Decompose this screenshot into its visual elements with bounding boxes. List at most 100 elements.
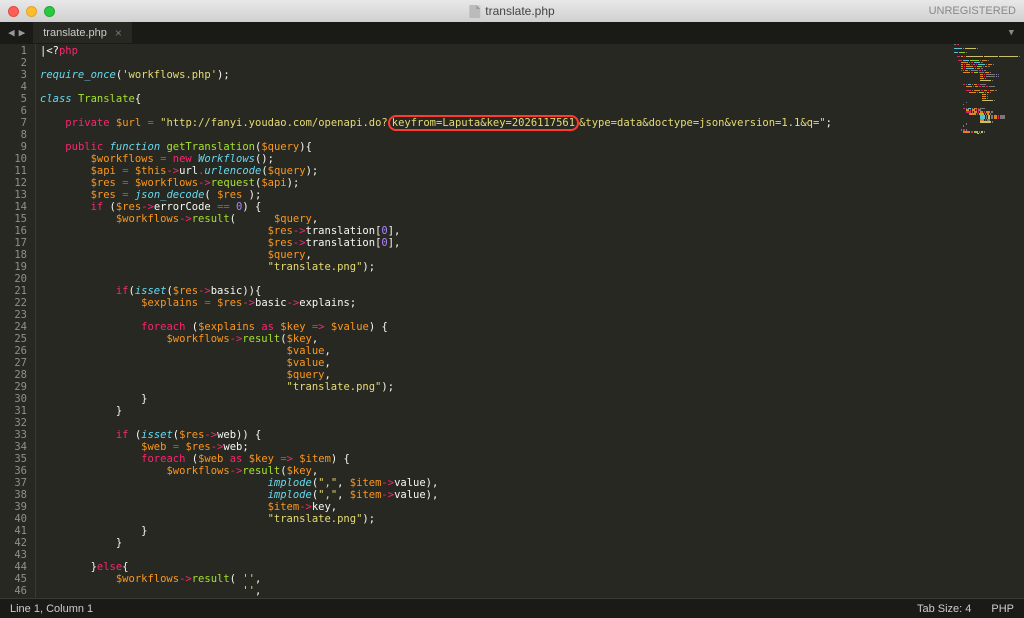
code-line[interactable]: "translate.png");: [40, 381, 1024, 393]
line-number: 28: [0, 369, 27, 381]
code-line[interactable]: $res->translation[0],: [40, 237, 1024, 249]
code-line[interactable]: $res = json_decode( $res );: [40, 189, 1024, 201]
line-number: 19: [0, 261, 27, 273]
code-line[interactable]: $res->translation[0],: [40, 225, 1024, 237]
code-line[interactable]: implode(",", $item->value),: [40, 489, 1024, 501]
tab-close-icon[interactable]: ×: [115, 26, 122, 40]
code-line[interactable]: class Translate{: [40, 93, 1024, 105]
line-number: 26: [0, 345, 27, 357]
code-line[interactable]: '',: [40, 585, 1024, 597]
code-line[interactable]: $explains = $res->basic->explains;: [40, 297, 1024, 309]
code-line[interactable]: $workflows->result($key,: [40, 333, 1024, 345]
tab-size-selector[interactable]: Tab Size: 4: [917, 603, 971, 615]
line-number: 23: [0, 309, 27, 321]
code-line[interactable]: $workflows->result($key,: [40, 465, 1024, 477]
line-number: 34: [0, 441, 27, 453]
file-icon: [469, 5, 480, 18]
code-line[interactable]: if (isset($res->web)) {: [40, 429, 1024, 441]
line-number: 29: [0, 381, 27, 393]
code-line[interactable]: $value,: [40, 345, 1024, 357]
minimap[interactable]: [954, 44, 1020, 134]
line-number: 22: [0, 297, 27, 309]
line-number: 30: [0, 393, 27, 405]
minimize-window-button[interactable]: [26, 6, 37, 17]
code-line[interactable]: [40, 549, 1024, 561]
line-number: 43: [0, 549, 27, 561]
code-line[interactable]: }: [40, 525, 1024, 537]
code-line[interactable]: [40, 309, 1024, 321]
tab-menu-chevron-icon[interactable]: ▼: [999, 28, 1024, 38]
code-line[interactable]: }: [40, 537, 1024, 549]
code-line[interactable]: }else{: [40, 561, 1024, 573]
code-area[interactable]: |<?php require_once('workflows.php');clas…: [36, 44, 1024, 598]
cursor-position[interactable]: Line 1, Column 1: [10, 603, 93, 615]
code-line[interactable]: $query,: [40, 369, 1024, 381]
editor: 1234567891011121314151617181920212223242…: [0, 44, 1024, 598]
line-number: 37: [0, 477, 27, 489]
code-line[interactable]: private $url = "http://fanyi.youdao.com/…: [40, 117, 1024, 129]
code-line[interactable]: }: [40, 405, 1024, 417]
line-number: 24: [0, 321, 27, 333]
code-line[interactable]: "translate.png");: [40, 513, 1024, 525]
code-line[interactable]: $workflows = new Workflows();: [40, 153, 1024, 165]
line-number: 41: [0, 525, 27, 537]
code-line[interactable]: require_once('workflows.php');: [40, 69, 1024, 81]
code-line[interactable]: $workflows->result( $query,: [40, 213, 1024, 225]
tab-translate-php[interactable]: translate.php ×: [33, 22, 133, 43]
line-number: 5: [0, 93, 27, 105]
line-number: 4: [0, 81, 27, 93]
line-number: 33: [0, 429, 27, 441]
code-line[interactable]: $query,: [40, 249, 1024, 261]
line-number: 9: [0, 141, 27, 153]
titlebar: translate.php UNREGISTERED: [0, 0, 1024, 22]
forward-arrow-icon[interactable]: ▶: [19, 26, 26, 39]
code-line[interactable]: |<?php: [40, 45, 1024, 57]
code-line[interactable]: if ($res->errorCode == 0) {: [40, 201, 1024, 213]
code-line[interactable]: foreach ($web as $key => $item) {: [40, 453, 1024, 465]
code-line[interactable]: [40, 417, 1024, 429]
code-line[interactable]: public function getTranslation($query){: [40, 141, 1024, 153]
code-line[interactable]: [40, 273, 1024, 285]
window-title: translate.php: [469, 4, 554, 18]
code-line[interactable]: $value,: [40, 357, 1024, 369]
code-line[interactable]: $api = $this->url.urlencode($query);: [40, 165, 1024, 177]
zoom-window-button[interactable]: [44, 6, 55, 17]
window-controls: [8, 6, 55, 17]
line-number: 42: [0, 537, 27, 549]
code-line[interactable]: $workflows->result( '',: [40, 573, 1024, 585]
code-line[interactable]: $item->key,: [40, 501, 1024, 513]
line-number: 35: [0, 453, 27, 465]
code-line[interactable]: [40, 81, 1024, 93]
line-number: 11: [0, 165, 27, 177]
line-number: 20: [0, 273, 27, 285]
close-window-button[interactable]: [8, 6, 19, 17]
line-number: 46: [0, 585, 27, 597]
line-number: 13: [0, 189, 27, 201]
line-number: 3: [0, 69, 27, 81]
code-line[interactable]: "translate.png");: [40, 261, 1024, 273]
window-title-text: translate.php: [485, 4, 554, 18]
line-number: 17: [0, 237, 27, 249]
line-number: 31: [0, 405, 27, 417]
code-line[interactable]: $res = $workflows->request($api);: [40, 177, 1024, 189]
code-line[interactable]: }: [40, 393, 1024, 405]
code-line[interactable]: implode(",", $item->value),: [40, 477, 1024, 489]
highlighted-text: keyfrom=Laputa&key=2026117561: [388, 115, 579, 131]
line-number: 25: [0, 333, 27, 345]
line-number: 38: [0, 489, 27, 501]
code-line[interactable]: [40, 57, 1024, 69]
language-selector[interactable]: PHP: [991, 603, 1014, 615]
tab-label: translate.php: [43, 27, 107, 39]
code-line[interactable]: foreach ($explains as $key => $value) {: [40, 321, 1024, 333]
line-number: 40: [0, 513, 27, 525]
back-arrow-icon[interactable]: ◀: [8, 26, 15, 39]
code-line[interactable]: if(isset($res->basic)){: [40, 285, 1024, 297]
code-line[interactable]: $web = $res->web;: [40, 441, 1024, 453]
line-number: 2: [0, 57, 27, 69]
line-number-gutter: 1234567891011121314151617181920212223242…: [0, 44, 36, 598]
line-number: 10: [0, 153, 27, 165]
line-number: 15: [0, 213, 27, 225]
line-number: 36: [0, 465, 27, 477]
line-number: 39: [0, 501, 27, 513]
line-number: 12: [0, 177, 27, 189]
